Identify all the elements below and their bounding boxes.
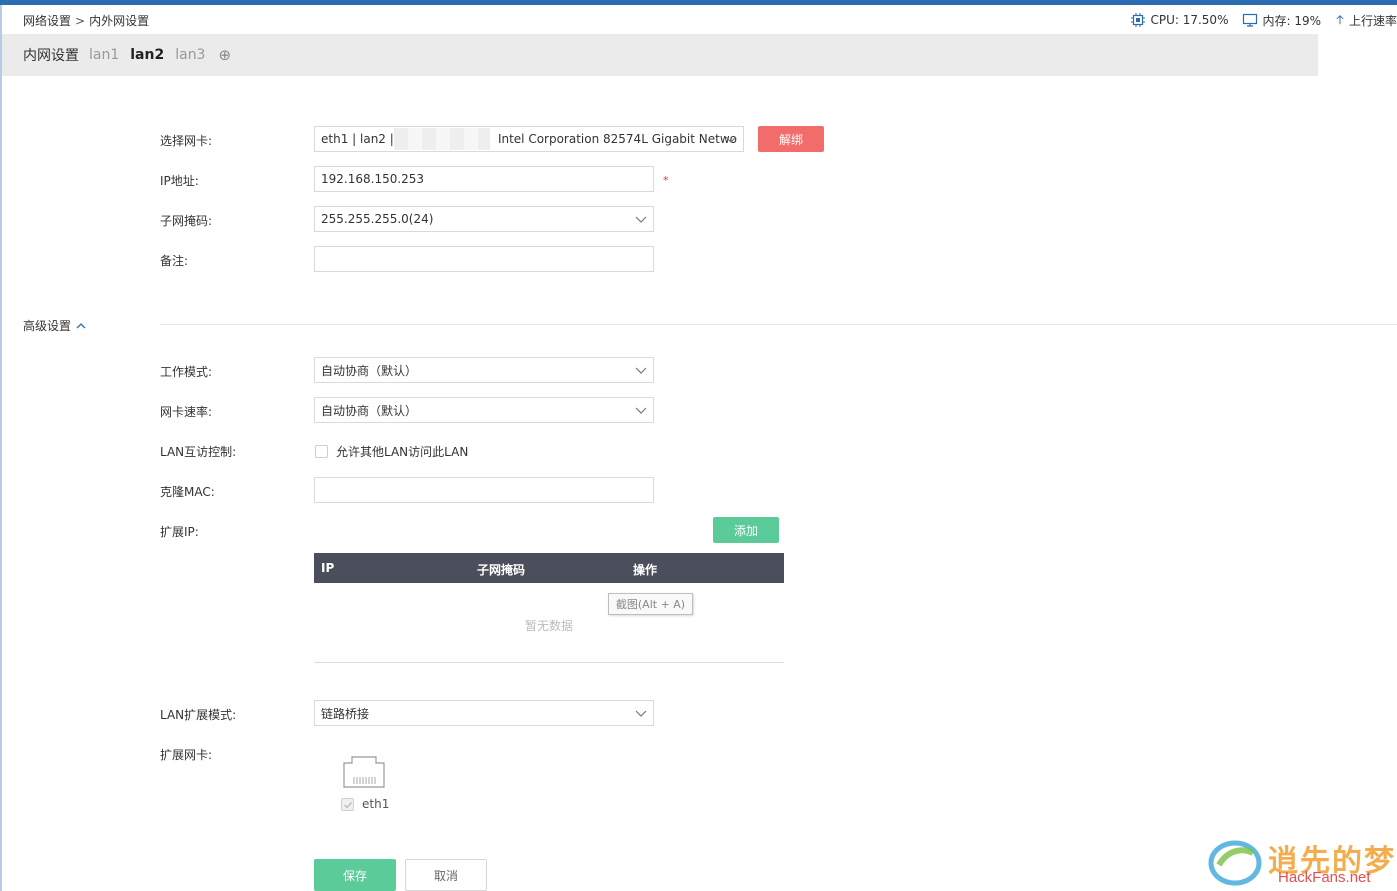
tab-intranet-settings[interactable]: 内网设置 — [23, 45, 79, 65]
redacted-region — [394, 128, 490, 150]
memory-status: 内存: 19% — [1242, 12, 1321, 29]
cpu-icon — [1131, 13, 1146, 27]
clone-mac-label: 克隆MAC: — [160, 485, 215, 499]
ext-mode-label: LAN扩展模式: — [160, 708, 237, 722]
cancel-button[interactable]: 取消 — [405, 859, 487, 891]
column-subnet-mask: 子网掩码 — [477, 563, 526, 577]
top-accent-bar — [0, 0, 1397, 5]
ext-nic-label: 扩展网卡: — [160, 748, 213, 762]
add-lan-icon[interactable]: ⊕ — [218, 46, 231, 64]
column-actions: 操作 — [633, 563, 658, 577]
table-bottom-border — [314, 662, 784, 663]
screenshot-tooltip: 截图(Alt + A) — [608, 593, 693, 615]
clone-mac-input[interactable] — [314, 477, 654, 503]
breadcrumb-current: 内外网设置 — [89, 14, 150, 28]
nic-speed-value: 自动协商（默认） — [321, 403, 418, 418]
watermark-subtext: HackFans.net — [1278, 869, 1371, 886]
left-edge-line — [0, 5, 2, 891]
empty-table-text: 暂无数据 — [525, 619, 574, 633]
eth1-checkbox[interactable] — [341, 798, 354, 811]
lan-access-text[interactable]: 允许其他LAN访问此LAN — [336, 443, 468, 460]
upload-status: 上行速率 — [1335, 12, 1397, 29]
required-mark: * — [663, 174, 669, 187]
nic-select[interactable]: eth1 | lan2 | ( Intel Corporation 82574L… — [314, 126, 744, 152]
ext-mode-value: 链路桥接 — [321, 706, 370, 721]
lan-tab-bar: 内网设置 lan1 lan2 lan3 ⊕ — [2, 34, 1318, 76]
chevron-down-icon — [635, 710, 647, 717]
column-ip: IP — [321, 561, 335, 575]
ip-input[interactable]: 192.168.150.253 — [314, 166, 654, 192]
section-divider — [160, 324, 1397, 325]
save-button[interactable]: 保存 — [314, 859, 396, 891]
tab-lan1[interactable]: lan1 — [89, 47, 119, 63]
memory-value: 内存: 19% — [1262, 13, 1321, 28]
upload-label: 上行速率 — [1348, 13, 1397, 28]
ip-label: IP地址: — [160, 174, 199, 188]
arrow-up-icon — [1336, 15, 1344, 25]
note-input[interactable] — [314, 246, 654, 272]
work-mode-value: 自动协商（默认） — [321, 363, 418, 378]
chevron-down-icon — [635, 407, 647, 414]
work-mode-label: 工作模式: — [160, 365, 213, 379]
lan-access-label: LAN互访控制: — [160, 445, 237, 459]
nic-value-prefix: eth1 | lan2 | ( — [321, 132, 403, 146]
breadcrumb-separator: > — [75, 14, 86, 28]
unbind-button[interactable]: 解绑 — [758, 126, 824, 152]
breadcrumb: 网络设置 > 内外网设置 — [23, 12, 149, 29]
lan-access-checkbox[interactable] — [315, 445, 328, 458]
subnet-mask-label: 子网掩码: — [160, 214, 213, 228]
tab-lan3[interactable]: lan3 — [175, 47, 205, 63]
ext-ip-table-header: IP 子网掩码 操作 — [314, 553, 784, 583]
system-status: CPU: 17.50% 内存: 19% 上行速率 — [1130, 11, 1397, 29]
ethernet-port-icon[interactable] — [343, 755, 385, 789]
add-ext-ip-button[interactable]: 添加 — [713, 517, 779, 543]
chevron-down-icon — [635, 216, 647, 223]
nic-select-label: 选择网卡: — [160, 134, 213, 148]
nic-value-suffix: Intel Corporation 82574L Gigabit Netwo — [497, 132, 737, 146]
ext-ip-label: 扩展IP: — [160, 525, 199, 539]
nic-speed-select[interactable]: 自动协商（默认） — [314, 397, 654, 423]
chevron-down-icon — [725, 136, 737, 143]
eth1-label: eth1 — [362, 797, 390, 811]
ext-mode-select[interactable]: 链路桥接 — [314, 700, 654, 726]
nic-speed-label: 网卡速率: — [160, 405, 213, 419]
check-icon — [344, 802, 353, 809]
monitor-icon — [1243, 13, 1258, 27]
subnet-mask-select[interactable]: 255.255.255.0(24) — [314, 206, 654, 232]
work-mode-select[interactable]: 自动协商（默认） — [314, 357, 654, 383]
advanced-settings-label: 高级设置 — [23, 319, 72, 333]
chevron-down-icon — [635, 367, 647, 374]
subnet-mask-value: 255.255.255.0(24) — [321, 212, 434, 226]
note-label: 备注: — [160, 254, 189, 268]
cpu-status: CPU: 17.50% — [1130, 13, 1228, 27]
chevron-up-icon — [76, 322, 86, 328]
advanced-settings-toggle[interactable]: 高级设置 — [23, 317, 86, 334]
tab-lan2[interactable]: lan2 — [130, 47, 164, 63]
breadcrumb-parent[interactable]: 网络设置 — [23, 14, 71, 28]
cpu-value: CPU: 17.50% — [1150, 13, 1229, 27]
